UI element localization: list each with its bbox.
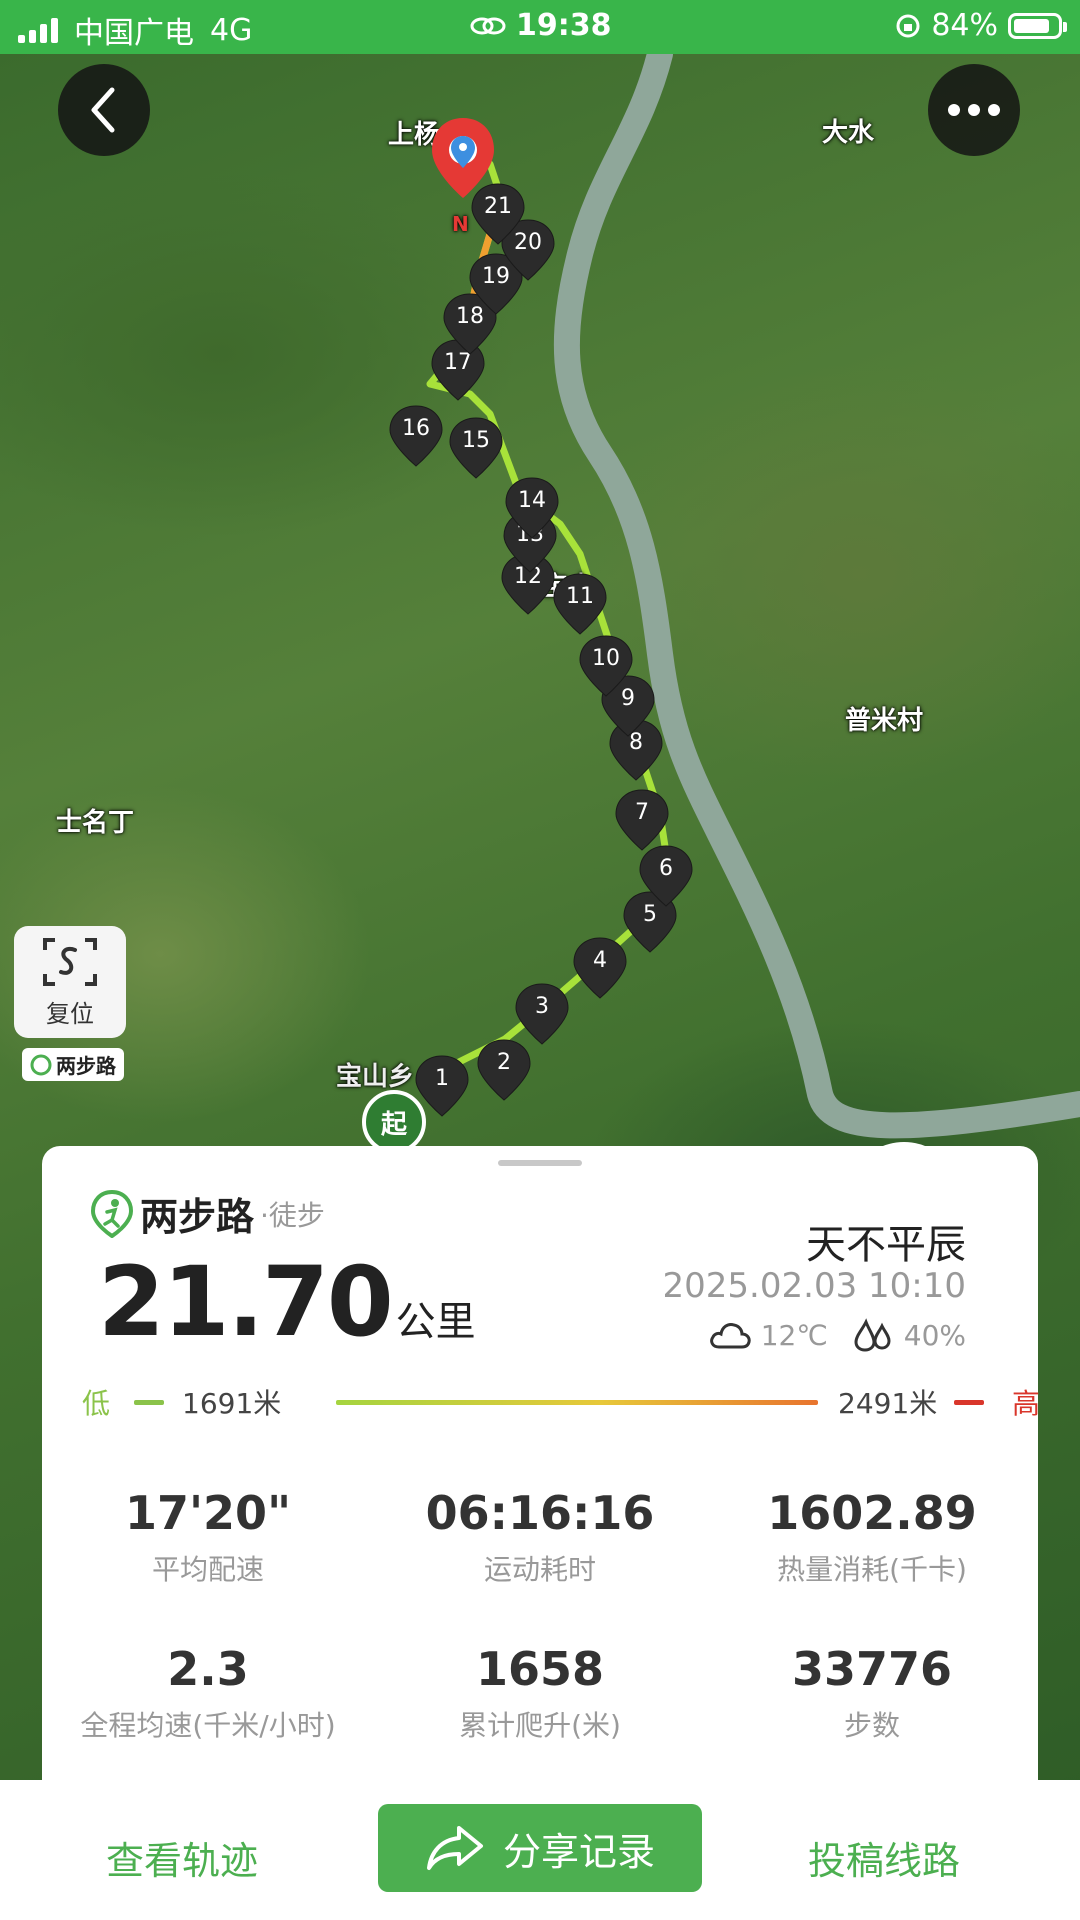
waypoint-pin[interactable]: 21 bbox=[470, 182, 526, 246]
start-marker[interactable]: 起 bbox=[362, 1090, 426, 1154]
elevation-low-value: 1691米 bbox=[182, 1387, 282, 1420]
waypoint-number: 3 bbox=[535, 994, 549, 1019]
river bbox=[553, 54, 1080, 1139]
north-marker: N bbox=[452, 212, 469, 236]
submit-route-button[interactable]: 投稿线路 bbox=[808, 1830, 960, 1885]
stat-label: 累计爬升(米) bbox=[459, 1709, 621, 1742]
waypoint-pin[interactable]: 15 bbox=[448, 416, 504, 480]
link-icon bbox=[470, 17, 506, 34]
reset-button[interactable]: 复位 bbox=[14, 926, 126, 1038]
waypoint-pin[interactable]: 11 bbox=[552, 572, 608, 636]
elevation-gradient-bar bbox=[336, 1400, 818, 1405]
distance-value: 21.70 bbox=[98, 1246, 394, 1358]
elevation-high-label: 高 bbox=[1012, 1387, 1041, 1420]
view-track-button[interactable]: 查看轨迹 bbox=[106, 1830, 258, 1885]
stat-label: 步数 bbox=[843, 1709, 900, 1742]
waypoint-pin[interactable]: 16 bbox=[388, 404, 444, 468]
distance: 21.70 公里 bbox=[98, 1246, 476, 1358]
stat-label: 运动耗时 bbox=[483, 1553, 596, 1586]
stat-value: 17'20" bbox=[124, 1486, 292, 1540]
distance-unit: 公里 bbox=[395, 1299, 476, 1345]
share-icon bbox=[426, 1826, 483, 1870]
brand-logo-icon bbox=[30, 1054, 52, 1075]
waypoint-pin[interactable]: 7 bbox=[614, 788, 670, 852]
waypoint-number: 2 bbox=[497, 1050, 511, 1075]
waypoint-number: 14 bbox=[518, 488, 546, 513]
stat-value: 1602.89 bbox=[767, 1486, 977, 1540]
waypoint-pin[interactable]: 3 bbox=[514, 982, 570, 1046]
activity-datetime: 2025.02.03 10:10 bbox=[662, 1266, 966, 1306]
waypoint-number: 10 bbox=[592, 646, 620, 671]
more-icon bbox=[948, 104, 1000, 116]
elevation-legend: 低 1691米 2491米 高 bbox=[82, 1382, 1040, 1422]
username: 天不平辰 bbox=[806, 1222, 966, 1268]
map-label-baoshan-xiang: 宝山乡 bbox=[336, 1062, 415, 1092]
waypoint-number: 1 bbox=[435, 1066, 449, 1091]
waypoint-pin[interactable]: 4 bbox=[572, 936, 628, 1000]
summary-card: 两步路 ·徒步 21.70 公里 天不平辰 2025.02.03 10:10 1… bbox=[42, 1146, 1040, 1780]
elevation-high-swatch bbox=[954, 1400, 984, 1405]
waypoint-pin[interactable]: 14 bbox=[504, 476, 560, 540]
stat-avg-pace: 17'20" 平均配速 bbox=[42, 1486, 374, 1588]
stat-value: 06:16:16 bbox=[425, 1486, 655, 1540]
network-label: 4G bbox=[210, 12, 253, 48]
stat-label: 平均配速 bbox=[151, 1553, 264, 1586]
elevation-high-value: 2491米 bbox=[838, 1387, 938, 1420]
temperature: 12℃ bbox=[760, 1318, 828, 1352]
status-bar: 中国广电 4G 19:38 84% bbox=[0, 0, 1080, 54]
map-label-pumicun: 普米村 bbox=[845, 706, 924, 736]
brand-logo-icon bbox=[90, 1189, 134, 1238]
humidity-icon bbox=[854, 1318, 891, 1352]
stat-label: 热量消耗(千卡) bbox=[777, 1553, 967, 1586]
more-button[interactable] bbox=[928, 64, 1020, 156]
map-brand-text: 两步路 bbox=[56, 1054, 116, 1078]
map-brand-badge: 两步路 bbox=[22, 1048, 124, 1081]
map-label-shimingding: 士名丁 bbox=[56, 808, 135, 838]
stat-elevation-gain: 1658 累计爬升(米) bbox=[374, 1642, 706, 1744]
elevation-low-swatch bbox=[134, 1400, 164, 1405]
drag-handle[interactable] bbox=[498, 1160, 582, 1166]
bottom-action-bar: 查看轨迹 分享记录 投稿线路 bbox=[0, 1780, 1080, 1920]
waypoint-number: 7 bbox=[635, 800, 649, 825]
rotation-lock-icon bbox=[896, 14, 920, 37]
clock: 19:38 bbox=[516, 8, 612, 43]
chevron-left-icon bbox=[91, 87, 115, 133]
share-record-button[interactable]: 分享记录 bbox=[378, 1804, 702, 1892]
weather: 12℃ 40% bbox=[707, 1318, 966, 1352]
humidity: 40% bbox=[903, 1318, 966, 1352]
stat-value: 33776 bbox=[791, 1642, 953, 1696]
brand-name: 两步路 bbox=[140, 1195, 255, 1239]
waypoint-pin[interactable]: 10 bbox=[578, 634, 634, 698]
stat-duration: 06:16:16 运动耗时 bbox=[374, 1486, 706, 1588]
waypoint-pin[interactable]: 2 bbox=[476, 1038, 532, 1102]
cloud-icon bbox=[709, 1323, 751, 1349]
battery-percent: 84% bbox=[931, 8, 998, 43]
stat-calories: 1602.89 热量消耗(千卡) bbox=[706, 1486, 1038, 1588]
stat-value: 2.3 bbox=[167, 1642, 249, 1696]
stat-steps: 33776 步数 bbox=[706, 1642, 1038, 1744]
battery-icon bbox=[1008, 12, 1067, 39]
waypoint-number: 4 bbox=[593, 948, 607, 973]
stat-value: 1658 bbox=[475, 1642, 605, 1696]
waypoint-number: 15 bbox=[462, 428, 490, 453]
waypoint-number: 16 bbox=[402, 416, 430, 441]
waypoint-number: 6 bbox=[659, 856, 673, 881]
waypoint-pin[interactable]: 6 bbox=[638, 844, 694, 908]
elevation-low-label: 低 bbox=[82, 1387, 111, 1420]
carrier-label: 中国广电 bbox=[74, 16, 194, 51]
back-button[interactable] bbox=[58, 64, 150, 156]
waypoint-number: 11 bbox=[566, 584, 594, 609]
stat-avg-speed: 2.3 全程均速(千米/小时) bbox=[42, 1642, 374, 1744]
reset-label: 复位 bbox=[46, 999, 94, 1028]
reset-view-icon bbox=[43, 937, 97, 986]
activity-type: ·徒步 bbox=[260, 1198, 325, 1232]
waypoint-number: 21 bbox=[484, 194, 512, 219]
stat-label: 全程均速(千米/小时) bbox=[80, 1709, 336, 1742]
share-label: 分享记录 bbox=[502, 1829, 655, 1874]
map-label-dashui: 大水 bbox=[822, 118, 875, 148]
brand-header: 两步路 ·徒步 bbox=[90, 1186, 325, 1241]
signal-icon bbox=[18, 17, 58, 43]
